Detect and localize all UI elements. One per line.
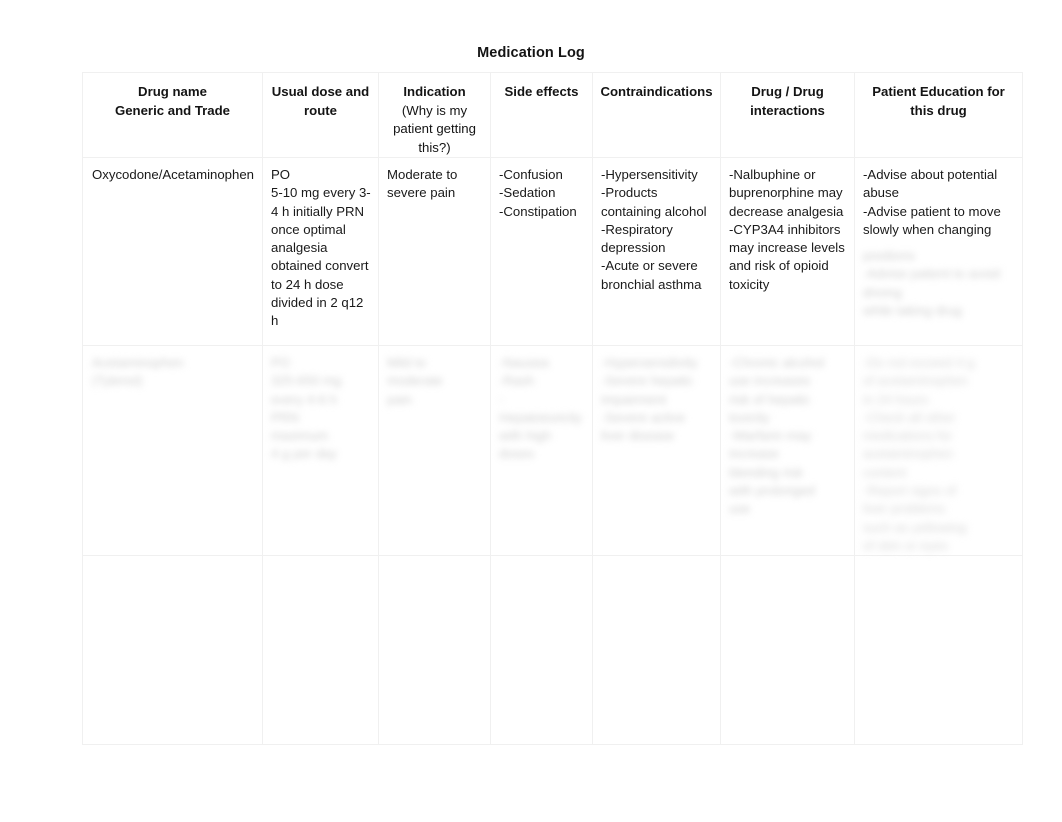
cell-contraindications: [592, 555, 721, 746]
table-row: [82, 555, 1023, 746]
cell-contraindications-text: -Hypersensitivity -Products containing a…: [601, 167, 707, 292]
column-header-drug-name-subtitle: Generic and Trade: [114, 102, 231, 118]
cell-usual-dose-and-route: PO 5-10 mg every 3-4 h initially PRN onc…: [262, 157, 379, 346]
cell-drug-name: [82, 555, 263, 746]
cell-patient-education-text: [855, 556, 1022, 564]
cell-drug-name-redacted-text: Acetaminophen (Tylenol): [92, 355, 184, 389]
document-page: Medication Log Drug name Generic and Tra…: [0, 0, 1062, 822]
cell-drug-drug-interactions-text: [721, 556, 854, 564]
column-header-indication-title: Indication: [403, 84, 466, 99]
cell-indication-redacted-text: Mild to moderate pain: [387, 355, 443, 407]
cell-contraindications: -Hypersensitivity -Products containing a…: [592, 157, 721, 346]
cell-side-effects: -Nausea -Rash -Hepatotoxicity with high …: [490, 344, 593, 557]
cell-drug-name: Acetaminophen (Tylenol): [82, 344, 263, 557]
column-header-patient-education-title: Patient Education for this drug: [872, 84, 1005, 118]
cell-drug-drug-interactions: -Chronic alcohol use increases risk of h…: [720, 344, 855, 557]
table-row: Oxycodone/Acetaminophen PO 5-10 mg every…: [82, 157, 1023, 346]
cell-drug-name-text: Oxycodone/Acetaminophen: [92, 167, 255, 182]
cell-patient-education-redacted-text: -Do not exceed 4 g of acetaminophen in 2…: [863, 355, 975, 553]
column-header-drug-name: Drug name Generic and Trade: [82, 72, 263, 158]
cell-indication-text: [379, 556, 490, 564]
cell-side-effects: [490, 555, 593, 746]
cell-side-effects-text: [491, 556, 592, 564]
table-body: Oxycodone/Acetaminophen PO 5-10 mg every…: [82, 157, 1023, 746]
cell-indication: [378, 555, 491, 746]
cell-patient-education: -Advise about potential abuse -Advise pa…: [854, 157, 1023, 346]
cell-contraindications-text: [593, 556, 720, 564]
cell-patient-education-redacted-text: positions -Advise patient to avoid drivi…: [863, 248, 1001, 319]
cell-drug-name-text: [83, 556, 262, 564]
table-header: Drug name Generic and Trade Usual dose a…: [82, 72, 1023, 158]
cell-patient-education: -Do not exceed 4 g of acetaminophen in 2…: [854, 344, 1023, 557]
cell-side-effects-text: -Confusion -Sedation -Constipation: [499, 167, 577, 219]
cell-contraindications: -Hypersensitivity -Severe hepatic impair…: [592, 344, 721, 557]
column-header-indication-subtitle: (Why is my patient getting this?): [393, 102, 476, 155]
cell-side-effects: -Confusion -Sedation -Constipation: [490, 157, 593, 346]
cell-usual-dose-and-route: [262, 555, 379, 746]
medication-log-table: Drug name Generic and Trade Usual dose a…: [82, 72, 1023, 746]
column-header-side-effects-title: Side effects: [504, 84, 579, 99]
header-row: Drug name Generic and Trade Usual dose a…: [82, 72, 1023, 158]
cell-side-effects-redacted-text: -Nausea -Rash -Hepatotoxicity with high …: [499, 355, 582, 462]
column-header-patient-education: Patient Education for this drug: [854, 72, 1023, 158]
column-header-usual-dose-and-route: Usual dose and route: [262, 72, 379, 158]
cell-indication: Mild to moderate pain: [378, 344, 491, 557]
cell-drug-name: Oxycodone/Acetaminophen: [82, 157, 263, 346]
cell-drug-drug-interactions-text: -Nalbuphine or buprenorphine may decreas…: [729, 167, 845, 292]
column-header-side-effects: Side effects: [490, 72, 593, 158]
column-header-contraindications: Contraindications: [592, 72, 721, 158]
cell-drug-drug-interactions-redacted-text: -Chronic alcohol use increases risk of h…: [729, 355, 825, 517]
cell-usual-dose-and-route-text: [263, 556, 378, 564]
column-header-usual-dose-and-route-title: Usual dose and route: [271, 84, 370, 118]
cell-usual-dose-and-route: PO 325-650 mg every 4-6 h PRN maximum 4 …: [262, 344, 379, 557]
column-header-contraindications-title: Contraindications: [600, 84, 713, 99]
column-header-drug-name-title: Drug name: [138, 84, 207, 99]
column-header-drug-drug-interactions-title: Drug / Drug interactions: [750, 84, 825, 118]
table-row: Acetaminophen (Tylenol) PO 325-650 mg ev…: [82, 344, 1023, 557]
column-header-indication: Indication (Why is my patient getting th…: [378, 72, 491, 158]
cell-usual-dose-and-route-text: PO 5-10 mg every 3-4 h initially PRN onc…: [271, 167, 371, 329]
column-header-drug-drug-interactions: Drug / Drug interactions: [720, 72, 855, 158]
page-title: Medication Log: [477, 45, 585, 61]
cell-contraindications-redacted-text: -Hypersensitivity -Severe hepatic impair…: [601, 355, 698, 444]
cell-drug-drug-interactions: [720, 555, 855, 746]
cell-indication-text: Moderate to severe pain: [387, 167, 458, 201]
cell-patient-education: [854, 555, 1023, 746]
cell-drug-drug-interactions: -Nalbuphine or buprenorphine may decreas…: [720, 157, 855, 346]
cell-indication: Moderate to severe pain: [378, 157, 491, 346]
cell-patient-education-text: -Advise about potential abuse -Advise pa…: [863, 167, 1001, 237]
cell-usual-dose-and-route-redacted-text: PO 325-650 mg every 4-6 h PRN maximum 4 …: [271, 355, 342, 462]
